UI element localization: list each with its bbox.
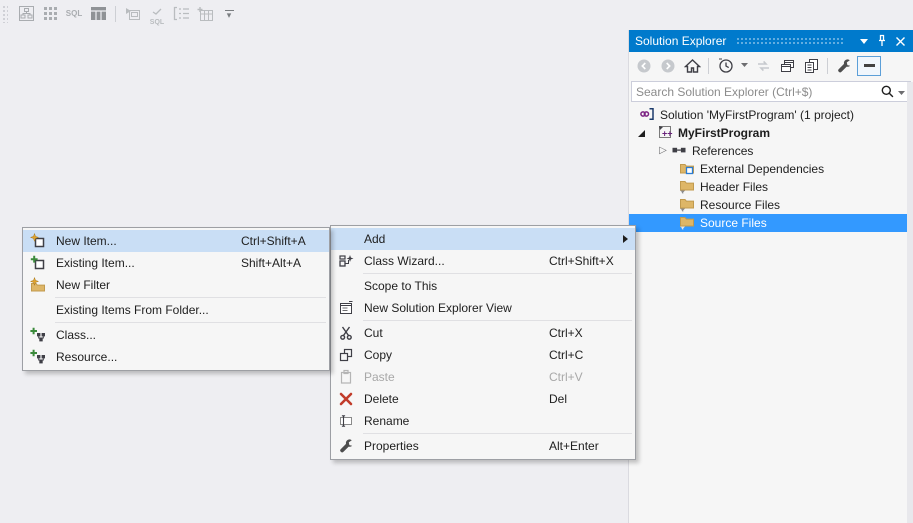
- toolbar-overflow-icon[interactable]: ▾: [219, 4, 239, 24]
- collapse-all-icon[interactable]: [776, 56, 798, 76]
- titlebar-drag-texture: [736, 37, 845, 45]
- search-box: [631, 81, 911, 102]
- rename-icon: [331, 413, 361, 429]
- cpp-project-icon: ++: [657, 124, 673, 143]
- menu-item-new-filter[interactable]: New Filter: [23, 274, 329, 296]
- menu-separator: [55, 322, 326, 323]
- tree-item-solution[interactable]: Solution 'MyFirstProgram' (1 project): [629, 106, 908, 124]
- add-resource-icon: [23, 349, 53, 365]
- menu-item-class-wizard[interactable]: Class Wizard... Ctrl+Shift+X: [331, 250, 635, 272]
- tree-item-header-files[interactable]: Header Files: [629, 178, 908, 196]
- copy-icon: [331, 347, 361, 363]
- filter-dropdown-icon[interactable]: [738, 56, 750, 76]
- hierarchy-icon[interactable]: [16, 4, 36, 24]
- list-brackets-icon[interactable]: [171, 4, 191, 24]
- show-all-files-icon[interactable]: [800, 56, 822, 76]
- tree-item-resource-files[interactable]: Resource Files: [629, 196, 908, 214]
- table-add-icon[interactable]: [195, 4, 215, 24]
- tree-item-external-dependencies[interactable]: External Dependencies: [629, 160, 908, 178]
- sql-check-icon[interactable]: SQL: [147, 4, 167, 24]
- new-solution-explorer-view-icon: [331, 300, 361, 316]
- properties-icon: [331, 438, 361, 454]
- solution-explorer-toolbar: [629, 52, 913, 79]
- scrollbar-track[interactable]: [907, 82, 913, 523]
- menu-item-rename[interactable]: Rename: [331, 410, 635, 432]
- menu-item-new-solution-explorer-view[interactable]: New Solution Explorer View: [331, 297, 635, 319]
- tree-item-project[interactable]: ++ MyFirstProgram: [629, 124, 908, 142]
- toolbar-separator: [708, 58, 709, 74]
- class-wizard-icon: [331, 253, 361, 269]
- existing-item-icon: [23, 255, 53, 271]
- menu-separator: [55, 297, 326, 298]
- properties-icon[interactable]: [833, 56, 855, 76]
- menu-item-scope-to-this[interactable]: Scope to This: [331, 275, 635, 297]
- filter-folder-icon: [679, 196, 695, 215]
- menu-item-add[interactable]: Add: [331, 228, 635, 250]
- home-icon[interactable]: [681, 56, 703, 76]
- menu-item-properties[interactable]: Properties Alt+Enter: [331, 435, 635, 457]
- paste-icon: [331, 369, 361, 385]
- close-icon[interactable]: [891, 33, 909, 49]
- submenu-arrow-icon: [623, 235, 628, 243]
- menu-item-new-item[interactable]: New Item... Ctrl+Shift+A: [23, 230, 329, 252]
- toolbar-separator: [115, 6, 116, 22]
- collapsed-arrow-icon[interactable]: ▷: [657, 146, 669, 156]
- references-icon: [671, 142, 687, 161]
- menu-item-copy[interactable]: Copy Ctrl+C: [331, 344, 635, 366]
- preview-selected-items-button[interactable]: [857, 56, 881, 76]
- context-menu: Add Class Wizard... Ctrl+Shift+X Scope t…: [330, 225, 636, 460]
- svg-text:++: ++: [662, 128, 673, 138]
- menu-item-cut[interactable]: Cut Ctrl+X: [331, 322, 635, 344]
- solution-icon: [639, 106, 655, 125]
- window-position-chevron-icon[interactable]: [855, 33, 873, 49]
- solution-tree: Solution 'MyFirstProgram' (1 project) ++…: [629, 106, 908, 232]
- main-toolbar: SQL SQL ▾: [0, 0, 630, 27]
- toolbar-separator: [827, 58, 828, 74]
- external-dependencies-icon: [679, 160, 695, 179]
- forward-icon[interactable]: [657, 56, 679, 76]
- menu-item-delete[interactable]: Delete Del: [331, 388, 635, 410]
- panel-title: Solution Explorer: [635, 34, 726, 48]
- grid-icon[interactable]: [40, 4, 60, 24]
- menu-item-paste[interactable]: Paste Ctrl+V: [331, 366, 635, 388]
- tree-item-source-files[interactable]: Source Files: [629, 214, 908, 232]
- menu-item-existing-items-from-folder[interactable]: Existing Items From Folder...: [23, 299, 329, 321]
- search-icon[interactable]: [878, 84, 897, 99]
- window-run-icon[interactable]: [123, 4, 143, 24]
- pin-icon[interactable]: [873, 33, 891, 49]
- expanded-arrow-icon[interactable]: [635, 130, 647, 137]
- sql-icon[interactable]: SQL: [64, 4, 84, 24]
- filter-folder-icon: [679, 178, 695, 197]
- delete-icon: [331, 391, 361, 407]
- menu-item-existing-item[interactable]: Existing Item... Shift+Alt+A: [23, 252, 329, 274]
- menu-item-resource[interactable]: Resource...: [23, 346, 329, 368]
- back-icon[interactable]: [633, 56, 655, 76]
- menu-separator: [363, 433, 632, 434]
- cut-icon: [331, 325, 361, 341]
- menu-separator: [363, 273, 632, 274]
- toolbar-grip[interactable]: [2, 5, 8, 23]
- tree-item-references[interactable]: ▷ References: [629, 142, 908, 160]
- filter-folder-icon: [679, 214, 695, 233]
- menu-item-class[interactable]: Class...: [23, 324, 329, 346]
- solution-explorer-titlebar[interactable]: Solution Explorer: [629, 30, 913, 52]
- pending-changes-filter-icon[interactable]: [714, 56, 736, 76]
- menu-separator: [363, 320, 632, 321]
- solution-explorer-panel: Solution Explorer: [628, 30, 913, 523]
- new-item-icon: [23, 233, 53, 249]
- new-filter-icon: [23, 277, 53, 293]
- search-input[interactable]: [632, 85, 878, 99]
- add-class-icon: [23, 327, 53, 343]
- add-submenu: New Item... Ctrl+Shift+A Existing Item..…: [22, 227, 330, 371]
- sync-icon[interactable]: [752, 56, 774, 76]
- table-icon[interactable]: [88, 4, 108, 24]
